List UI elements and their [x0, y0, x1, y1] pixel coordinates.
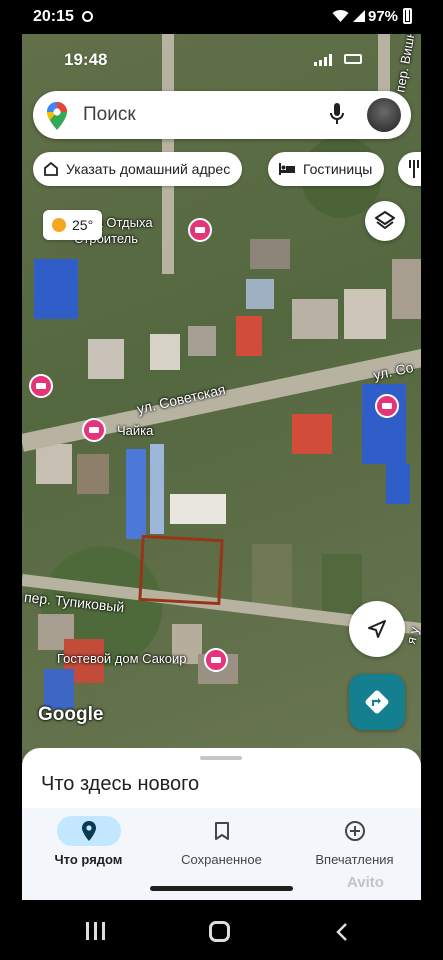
chip-home-address[interactable]: Указать домашний адрес: [33, 152, 243, 186]
hotel-pin-icon[interactable]: [188, 218, 212, 242]
wifi-icon: [332, 9, 349, 22]
sun-icon: [52, 218, 66, 232]
layers-icon: [375, 211, 395, 229]
add-circle-icon: [344, 821, 365, 841]
chip-hotels[interactable]: Гостиницы: [268, 152, 385, 186]
signal-icon: [353, 10, 365, 22]
directions-icon: [365, 690, 389, 714]
nav-label: Что рядом: [54, 852, 123, 867]
poi-label[interactable]: Чайка: [117, 423, 153, 438]
weather-badge[interactable]: 25°: [43, 210, 103, 240]
navigation-arrow-icon: [368, 620, 386, 638]
bookmark-icon: [214, 822, 229, 840]
account-avatar[interactable]: [367, 98, 401, 132]
notification-icon: [82, 11, 93, 22]
maps-screenshot: ул. Советская ул. Со пер. Тупиковый пер.…: [22, 34, 421, 900]
location-pin-icon: [81, 821, 96, 841]
sheet-drag-handle[interactable]: [200, 756, 242, 760]
nav-explore[interactable]: Что рядом: [22, 814, 155, 884]
hotel-pin-icon[interactable]: [375, 394, 399, 418]
back-button[interactable]: [336, 922, 348, 942]
nav-pill: [190, 816, 254, 846]
street-label: пер. Вишн: [392, 34, 418, 94]
nav-label: Сохраненное: [181, 852, 262, 867]
gesture-bar[interactable]: [150, 886, 293, 891]
device-status-bar: 20:15 97%: [0, 0, 443, 34]
chip-label: Гостиницы: [303, 161, 373, 177]
chip-label: Указать домашний адрес: [66, 161, 231, 177]
battery-percent: 97%: [368, 8, 399, 25]
search-input[interactable]: Поиск: [83, 104, 136, 126]
nav-label: Впечатления: [315, 852, 394, 867]
google-logo: Google: [38, 704, 104, 725]
hotel-pin-icon[interactable]: [82, 418, 106, 442]
recent-apps-button[interactable]: [86, 922, 105, 940]
directions-button[interactable]: [349, 674, 405, 730]
hotel-icon: [278, 162, 296, 176]
signal-icon: [314, 54, 332, 66]
google-maps-icon: [47, 102, 67, 130]
poi-label[interactable]: Гостевой дом Сакоир: [57, 651, 187, 666]
restaurant-icon: [408, 160, 420, 178]
battery-icon: [403, 8, 412, 24]
my-location-button[interactable]: [349, 601, 405, 657]
hotel-pin-icon[interactable]: [204, 648, 228, 672]
avito-watermark: Avito: [347, 874, 384, 891]
hotel-pin-icon[interactable]: [29, 374, 53, 398]
street-label: я у: [403, 625, 421, 646]
sheet-title: Что здесь нового: [41, 773, 200, 795]
home-button[interactable]: [209, 921, 230, 942]
device-navigation-bar: [0, 900, 443, 960]
highlighted-plot: [138, 534, 224, 606]
search-bar[interactable]: Поиск: [33, 91, 411, 139]
layers-button[interactable]: [365, 201, 405, 241]
nav-pill: [56, 816, 121, 846]
nav-pill: [323, 816, 387, 846]
weather-temperature: 25°: [72, 217, 94, 233]
microphone-icon[interactable]: [330, 103, 344, 125]
device-clock: 20:15: [33, 8, 74, 25]
home-icon: [43, 161, 59, 177]
app-clock: 19:48: [64, 50, 108, 69]
battery-icon: [344, 54, 362, 64]
nav-saved[interactable]: Сохраненное: [155, 814, 288, 884]
